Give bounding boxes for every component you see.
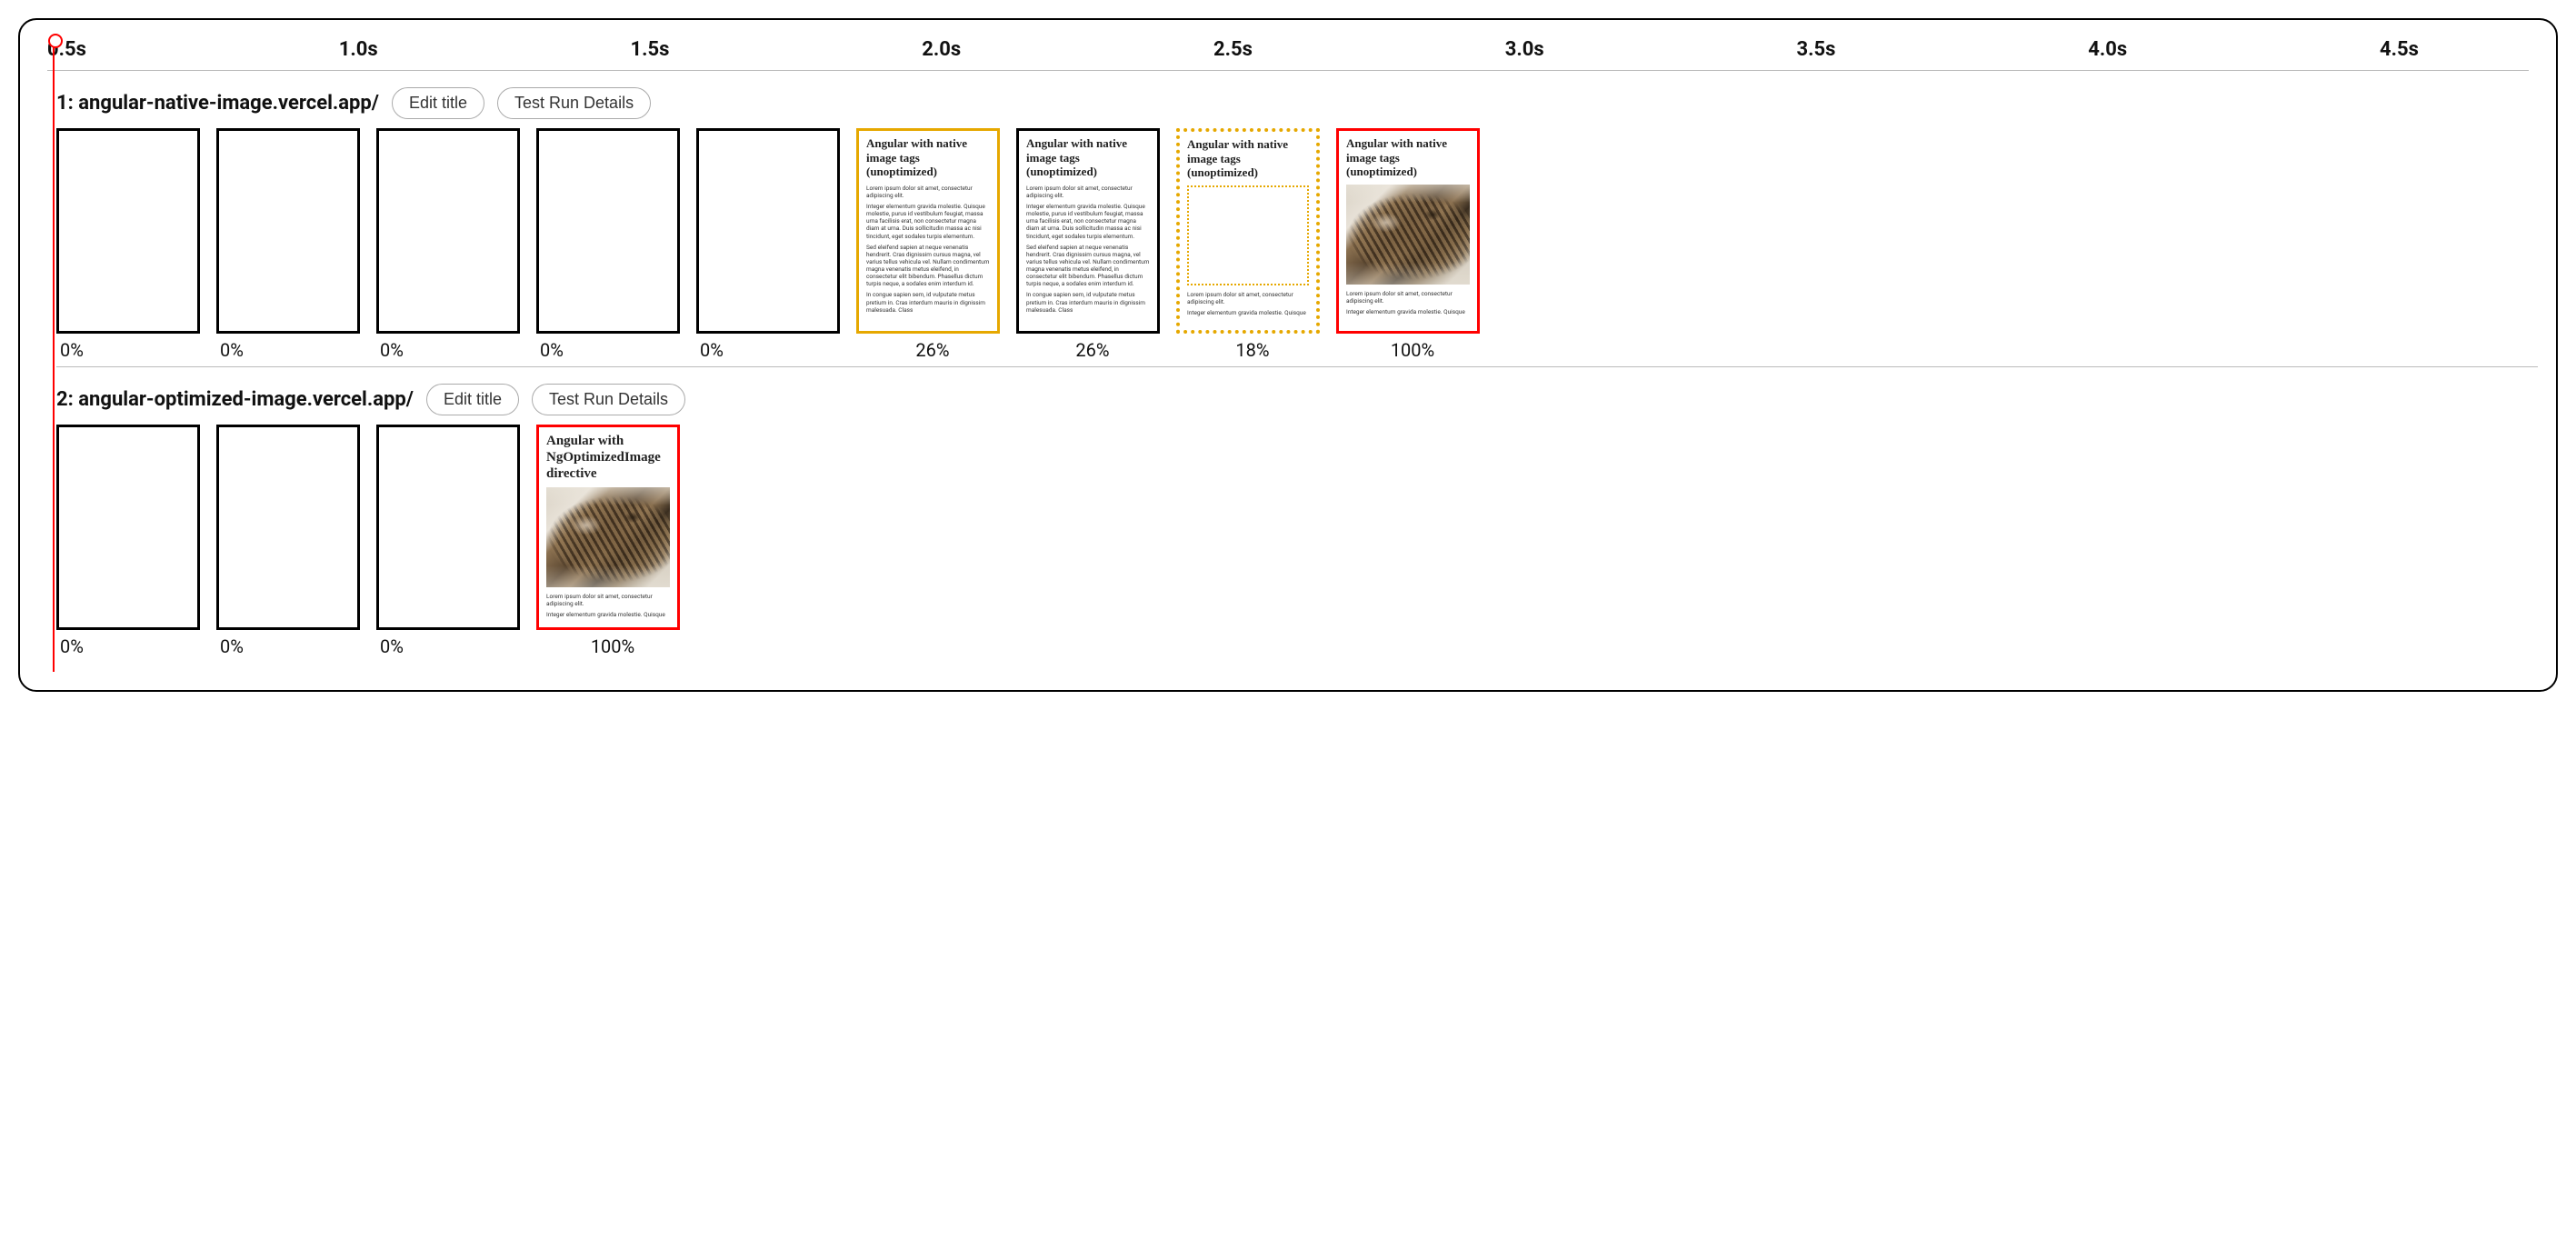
axis-tick: 2.0s — [922, 38, 1071, 61]
frame-col: 0% — [216, 128, 365, 361]
frames-row: 0% 0% 0% Angular with NgOptimizedImage d… — [56, 425, 2538, 663]
frame-percent: 0% — [60, 339, 84, 361]
test-row-1: 1: angular-native-image.vercel.app/ Edit… — [56, 87, 2538, 367]
frame-thumb[interactable]: Angular with NgOptimizedImage directive … — [536, 425, 680, 630]
frame-percent: 0% — [60, 635, 84, 657]
axis-tick: 4.0s — [2088, 38, 2237, 61]
frame-col: 0% — [56, 425, 205, 657]
axis-tick: 2.5s — [1213, 38, 1363, 61]
thumb-paragraph: Lorem ipsum dolor sit amet, consectetur … — [1026, 185, 1150, 199]
thumb-paragraph: Sed eleifend sapien at neque venenatis h… — [1026, 244, 1150, 288]
frame-percent: 100% — [591, 635, 634, 657]
axis-tick: 3.5s — [1797, 38, 1946, 61]
frame-thumb[interactable] — [536, 128, 680, 334]
thumb-paragraph: Integer elementum gravida molestie. Quis… — [1026, 203, 1150, 240]
frame-col: Angular with native image tags (unoptimi… — [856, 128, 1005, 361]
frame-percent: 18% — [1235, 339, 1269, 361]
thumb-paragraph: Integer elementum gravida molestie. Quis… — [1346, 308, 1470, 315]
thumb-paragraph: Lorem ipsum dolor sit amet, consectetur … — [1187, 291, 1309, 305]
frame-percent: 0% — [380, 635, 404, 657]
cat-image — [546, 487, 670, 587]
thumb-title: Angular with native image tags (unoptimi… — [1187, 137, 1309, 180]
frame-percent: 0% — [540, 339, 564, 361]
frame-thumb[interactable]: Angular with native image tags (unoptimi… — [1016, 128, 1160, 334]
frame-thumb[interactable] — [216, 128, 360, 334]
thumb-paragraph: Integer elementum gravida molestie. Quis… — [866, 203, 990, 240]
axis-tick: 1.0s — [339, 38, 488, 61]
frame-thumb[interactable] — [56, 128, 200, 334]
frame-thumb[interactable] — [376, 128, 520, 334]
thumb-title: Angular with native image tags (unoptimi… — [1026, 136, 1150, 179]
frame-thumb[interactable]: Angular with native image tags (unoptimi… — [856, 128, 1000, 334]
frame-thumb[interactable]: Angular with native image tags (unoptimi… — [1176, 128, 1320, 334]
test-run-details-button[interactable]: Test Run Details — [497, 87, 651, 119]
thumb-paragraph: Lorem ipsum dolor sit amet, consectetur … — [1346, 290, 1470, 305]
test-run-details-button[interactable]: Test Run Details — [532, 384, 685, 415]
image-placeholder — [1187, 185, 1309, 285]
playhead-marker[interactable] — [53, 38, 55, 672]
thumb-content: Angular with native image tags (unoptimi… — [859, 131, 997, 323]
frame-col: 0% — [376, 425, 525, 657]
thumb-title: Angular with native image tags (unoptimi… — [1346, 136, 1470, 179]
cat-image — [1346, 185, 1470, 285]
frame-thumb[interactable] — [376, 425, 520, 630]
edit-title-button[interactable]: Edit title — [426, 384, 519, 415]
thumb-paragraph: Lorem ipsum dolor sit amet, consectetur … — [546, 593, 670, 607]
frame-thumb[interactable] — [216, 425, 360, 630]
thumb-paragraph: In congue sapien sem, id vulputate metus… — [866, 291, 990, 313]
frame-col: 0% — [216, 425, 365, 657]
frame-percent: 100% — [1391, 339, 1434, 361]
axis-tick: 3.0s — [1505, 38, 1654, 61]
frame-col: 0% — [376, 128, 525, 361]
axis-tick: 0.5s — [47, 38, 196, 61]
frames-row: 0% 0% 0% 0% 0% Angular with n — [56, 128, 2538, 367]
frame-percent: 0% — [220, 635, 244, 657]
frame-percent: 26% — [915, 339, 949, 361]
frame-thumb[interactable] — [56, 425, 200, 630]
frame-thumb[interactable]: Angular with native image tags (unoptimi… — [1336, 128, 1480, 334]
axis-tick: 1.5s — [631, 38, 780, 61]
frame-percent: 0% — [380, 339, 404, 361]
thumb-content: Angular with native image tags (unoptimi… — [1019, 131, 1157, 323]
frame-thumb[interactable] — [696, 128, 840, 334]
thumb-paragraph: Integer elementum gravida molestie. Quis… — [546, 611, 670, 618]
frame-col: Angular with native image tags (unoptimi… — [1016, 128, 1165, 361]
timeline-axis: 0.5s 1.0s 1.5s 2.0s 2.5s 3.0s 3.5s 4.0s … — [47, 38, 2529, 71]
thumb-content: Angular with native image tags (unoptimi… — [1339, 131, 1477, 325]
thumb-content: Angular with native image tags (unoptimi… — [1180, 132, 1316, 325]
frame-percent: 26% — [1075, 339, 1109, 361]
thumb-content: Angular with NgOptimizedImage directive … — [539, 427, 677, 627]
axis-tick: 4.5s — [2380, 38, 2529, 61]
test-row-2: 2: angular-optimized-image.vercel.app/ E… — [56, 384, 2538, 663]
thumb-paragraph: Sed eleifend sapien at neque venenatis h… — [866, 244, 990, 288]
thumb-title: Angular with NgOptimizedImage directive — [546, 433, 670, 482]
frame-percent: 0% — [700, 339, 724, 361]
test-header: 2: angular-optimized-image.vercel.app/ E… — [56, 384, 2538, 415]
thumb-paragraph: Integer elementum gravida molestie. Quis… — [1187, 309, 1309, 316]
frame-col: 0% — [536, 128, 685, 361]
frame-col: 0% — [56, 128, 205, 361]
filmstrip-panel: 0.5s 1.0s 1.5s 2.0s 2.5s 3.0s 3.5s 4.0s … — [18, 18, 2558, 692]
frame-col: Angular with native image tags (unoptimi… — [1176, 128, 1325, 361]
test-title: 2: angular-optimized-image.vercel.app/ — [56, 388, 414, 411]
frame-percent: 0% — [220, 339, 244, 361]
edit-title-button[interactable]: Edit title — [392, 87, 484, 119]
thumb-title: Angular with native image tags (unoptimi… — [866, 136, 990, 179]
frame-col: Angular with NgOptimizedImage directive … — [536, 425, 685, 657]
frame-col: 0% — [696, 128, 845, 361]
thumb-paragraph: Lorem ipsum dolor sit amet, consectetur … — [866, 185, 990, 199]
test-title: 1: angular-native-image.vercel.app/ — [56, 92, 379, 115]
frame-col: Angular with native image tags (unoptimi… — [1336, 128, 1485, 361]
thumb-paragraph: In congue sapien sem, id vulputate metus… — [1026, 291, 1150, 313]
test-header: 1: angular-native-image.vercel.app/ Edit… — [56, 87, 2538, 119]
